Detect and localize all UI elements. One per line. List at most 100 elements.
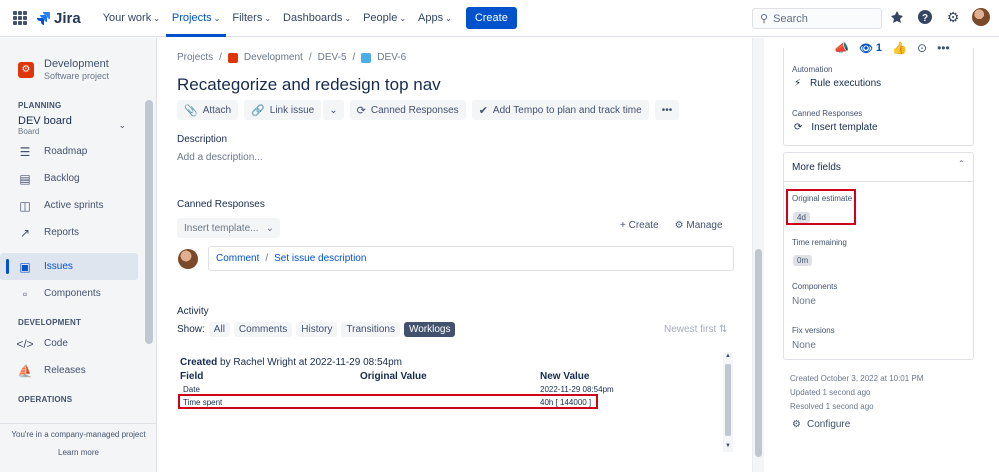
more-actions-button[interactable]: ••• xyxy=(654,100,680,120)
breadcrumb-issue[interactable]: DEV-6 xyxy=(377,52,406,63)
description-field[interactable]: Add a description... xyxy=(177,152,263,163)
sort-newest-first[interactable]: Newest first ⇅ xyxy=(664,324,727,335)
attach-button[interactable]: 📎 Attach xyxy=(177,100,239,120)
scroll-down-icon[interactable]: ▼ xyxy=(725,443,731,449)
canned-responses-icon: ⟳ xyxy=(794,122,803,133)
filter-worklogs[interactable]: Worklogs xyxy=(403,322,456,337)
rule-executions-link[interactable]: ⚡ Rule executions xyxy=(794,78,881,89)
breadcrumb-parent[interactable]: DEV-5 xyxy=(318,52,347,63)
help-icon[interactable]: ? xyxy=(916,8,934,26)
board-selector[interactable]: DEV board Board ⌄ xyxy=(0,110,156,136)
sidebar-item-label: Roadmap xyxy=(44,146,88,157)
nav-apps[interactable]: Apps ⌄ xyxy=(412,0,458,37)
user-avatar[interactable] xyxy=(972,8,990,26)
filter-history[interactable]: History xyxy=(296,322,338,337)
search-icon: ⚲ xyxy=(760,13,769,25)
button-label: Attach xyxy=(202,104,232,116)
fix-versions-value[interactable]: None xyxy=(792,340,816,351)
more-fields-header[interactable]: More fields ˆ xyxy=(784,153,973,182)
remaining-lozenge: 0m xyxy=(793,255,813,266)
gear-icon: ⚙ xyxy=(674,220,684,231)
jira-logo[interactable]: Jira xyxy=(36,10,81,27)
link-label: Rule executions xyxy=(810,78,882,89)
worklog-panel: Created by Rachel Wright at 2022-11-29 0… xyxy=(177,350,735,450)
settings-gear-icon[interactable]: ⚙ xyxy=(944,8,962,26)
fix-versions-label: Fix versions xyxy=(792,326,835,335)
nav-label: People xyxy=(363,12,398,24)
configure-button[interactable]: ⚙ Configure xyxy=(792,419,850,430)
link-issue-button[interactable]: 🔗 Link issue xyxy=(244,100,322,120)
created-by: by Rachel Wright at 2022-11-29 08:54pm xyxy=(217,357,402,368)
sidebar-item-releases[interactable]: ⛵ Releases xyxy=(0,357,156,384)
breadcrumb-separator: / xyxy=(308,52,312,63)
row-new: 2022-11-29 08:54pm xyxy=(540,385,614,394)
activity-filters: Show: All Comments History Transitions W… xyxy=(177,322,456,337)
scroll-up-icon[interactable]: ▲ xyxy=(725,353,731,359)
sidebar-item-label: Issues xyxy=(44,261,73,272)
chevron-down-icon: ⌄ xyxy=(153,13,160,23)
set-description-link[interactable]: Set issue description xyxy=(274,253,366,264)
project-header[interactable]: ⚙ Development Software project xyxy=(0,38,156,81)
search-input[interactable]: ⚲ Search xyxy=(752,8,882,29)
notifications-icon[interactable] xyxy=(888,8,906,26)
commenter-avatar xyxy=(178,249,198,269)
nav-dashboards[interactable]: Dashboards ⌄ xyxy=(277,0,357,37)
nav-menu: Your work ⌄ Projects ⌄ Filters ⌄ Dashboards… xyxy=(97,0,458,37)
sidebar-item-label: Code xyxy=(44,338,68,349)
filter-transitions[interactable]: Transitions xyxy=(341,322,400,337)
sidebar-scrollbar[interactable] xyxy=(145,100,153,344)
scroll-thumb[interactable] xyxy=(725,364,731,436)
search-placeholder: Search xyxy=(773,12,808,25)
col-original-value: Original Value xyxy=(360,371,427,382)
manage-templates-button[interactable]: ⚙ Manage xyxy=(675,220,723,231)
learn-more-link[interactable]: Learn more xyxy=(0,448,157,457)
planning-section-title: PLANNING xyxy=(18,101,62,110)
company-managed-text: You're in a company-managed project xyxy=(11,430,146,439)
comment-link[interactable]: Comment xyxy=(216,253,259,264)
updated-date: Updated 1 second ago xyxy=(790,388,871,397)
create-template-button[interactable]: + Create xyxy=(620,220,659,231)
worklog-scrollbar[interactable]: ▲ ▼ xyxy=(723,352,733,452)
sidebar-item-code[interactable]: </> Code xyxy=(0,330,156,357)
project-name: Development xyxy=(44,58,109,70)
sidebar-item-reports[interactable]: ↗ Reports xyxy=(0,219,156,246)
nav-filters[interactable]: Filters ⌄ xyxy=(226,0,277,37)
comment-box[interactable]: Comment / Set issue description xyxy=(208,246,734,271)
components-icon: ▫ xyxy=(22,286,28,301)
resolved-date: Resolved 1 second ago xyxy=(790,402,874,411)
development-section-title: DEVELOPMENT xyxy=(18,318,82,327)
filter-comments[interactable]: Comments xyxy=(233,322,293,337)
sidebar-item-roadmap[interactable]: ☰ Roadmap xyxy=(0,138,156,165)
insert-template-link[interactable]: ⟳ Insert template xyxy=(794,122,878,133)
project-avatar-icon xyxy=(227,52,238,63)
nav-people[interactable]: People ⌄ xyxy=(357,0,412,37)
show-label: Show: xyxy=(177,324,205,335)
sidebar-item-issues[interactable]: ▣ Issues xyxy=(0,253,138,280)
more-fields-title: More fields xyxy=(792,162,841,173)
components-value[interactable]: None xyxy=(792,296,816,307)
nav-projects[interactable]: Projects ⌄ xyxy=(165,0,227,37)
insert-template-select[interactable]: Insert template... ⌄ xyxy=(177,218,280,238)
sidebar-item-components[interactable]: ▫ Components xyxy=(0,280,156,307)
canned-responses-button[interactable]: ⟳ Canned Responses xyxy=(349,100,466,120)
main-scrollbar[interactable] xyxy=(752,38,764,472)
issue-title[interactable]: Recategorize and redesign top nav xyxy=(177,75,441,95)
link-issue-dropdown[interactable]: ⌄ xyxy=(323,100,344,120)
create-button[interactable]: Create xyxy=(465,7,517,29)
project-sidebar: ⚙ Development Software project PLANNING … xyxy=(0,38,157,472)
scroll-thumb[interactable] xyxy=(755,249,762,457)
nav-your-work[interactable]: Your work ⌄ xyxy=(97,0,166,37)
add-tempo-button[interactable]: ✔ Add Tempo to plan and track time xyxy=(471,100,649,120)
activity-label: Activity xyxy=(177,306,209,317)
board-sub: Board xyxy=(18,127,40,136)
sidebar-item-backlog[interactable]: ▤ Backlog xyxy=(0,165,156,192)
app-switcher-icon[interactable] xyxy=(13,11,27,25)
button-label: Create xyxy=(628,220,659,231)
breadcrumb-projects[interactable]: Projects xyxy=(177,52,213,63)
sidebar-item-active-sprints[interactable]: ◫ Active sprints xyxy=(0,192,156,219)
breadcrumb-project[interactable]: Development xyxy=(244,52,303,63)
filter-all[interactable]: All xyxy=(208,322,230,337)
row-field: Date xyxy=(183,385,200,394)
time-remaining-value[interactable]: 0m xyxy=(793,252,813,266)
col-new-value: New Value xyxy=(540,371,590,382)
